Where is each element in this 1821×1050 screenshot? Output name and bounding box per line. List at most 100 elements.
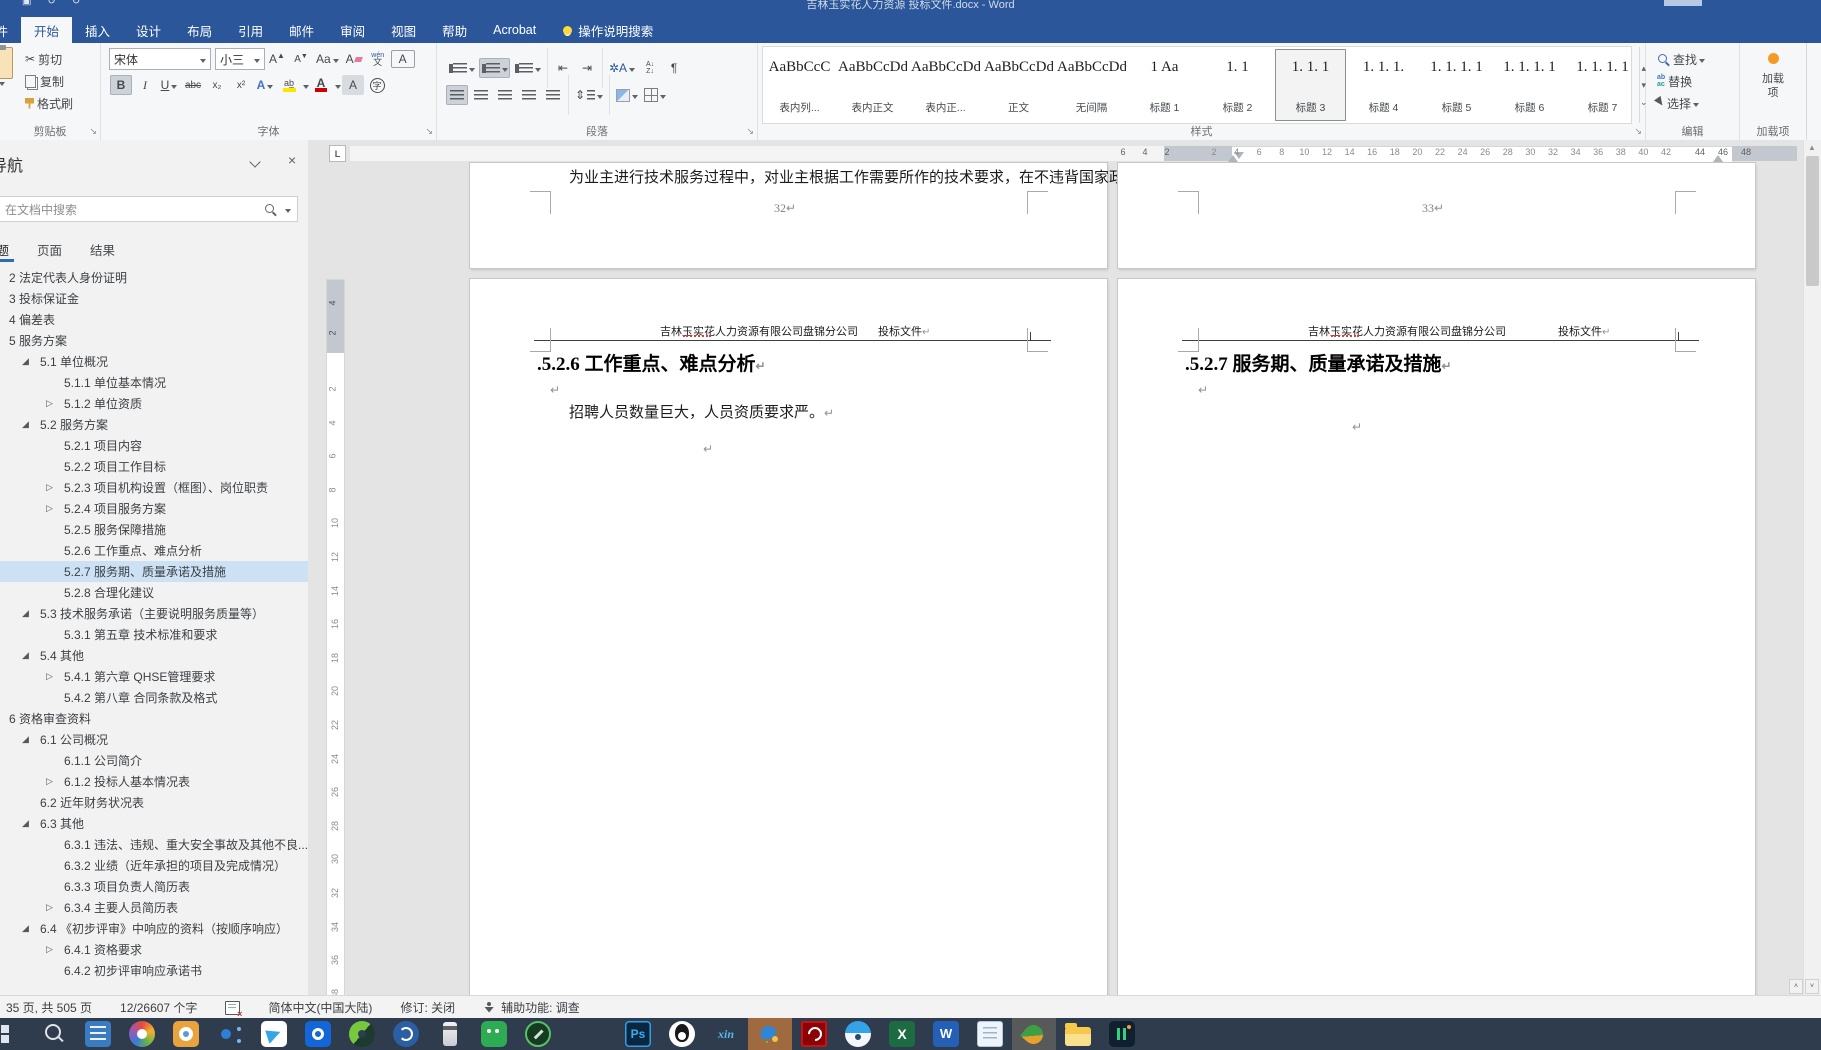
style-chip[interactable]: AaBbCcDdI 正文 (983, 49, 1054, 121)
accessibility-status[interactable]: 辅助功能: 调查 (501, 999, 580, 1016)
ribbon-tab-Acrobat[interactable]: Acrobat (480, 17, 549, 43)
nav-close-icon[interactable]: × (288, 152, 296, 168)
collapsed-arrow-icon[interactable]: ▷ (46, 482, 56, 493)
nav-item[interactable]: ◢ 6.3 其他 (0, 813, 308, 834)
style-chip[interactable]: 1. 1. 1. 标题 4 (1348, 49, 1419, 121)
font-name-combo[interactable]: 宋体 (109, 48, 211, 70)
ribbon-tab-邮件[interactable]: 邮件 (276, 17, 327, 43)
page-count-status[interactable]: 35 页, 共 505 页 (6, 999, 92, 1016)
ribbon-tab-视图[interactable]: 视图 (378, 17, 429, 43)
style-chip[interactable]: 1. 1. 1. 1 标题 5 (1421, 49, 1492, 121)
folder-taskbar-button[interactable] (1056, 1018, 1100, 1050)
photos-taskbar-button[interactable] (120, 1018, 164, 1050)
page-33[interactable]: 33↵ (1118, 163, 1755, 268)
nav-item[interactable]: 6 资格审查资料 (0, 708, 308, 729)
expanded-arrow-icon[interactable]: ◢ (22, 650, 32, 661)
team-taskbar-button[interactable] (1100, 1018, 1144, 1050)
nav-item[interactable]: 6.2 近年财务状况表 (0, 792, 308, 813)
underline-button[interactable]: U (158, 75, 180, 95)
mug-taskbar-button[interactable] (428, 1018, 472, 1050)
ribbon-tab-审阅[interactable]: 审阅 (327, 17, 378, 43)
dots-taskbar-button[interactable] (208, 1018, 252, 1050)
nav-item[interactable]: 6.3.3 项目负责人简历表 (0, 876, 308, 897)
shrink-font-button[interactable]: A ▼ (290, 49, 312, 69)
qqchat-taskbar-button[interactable] (748, 1018, 792, 1050)
expanded-arrow-icon[interactable]: ◢ (22, 734, 32, 745)
nav-item[interactable]: 3 投标保证金 (0, 288, 308, 309)
line-spacing-button[interactable]: ⇕ (573, 85, 605, 105)
justify-button[interactable] (518, 85, 540, 105)
ball-taskbar-button[interactable] (384, 1018, 428, 1050)
wechat-taskbar-button[interactable] (472, 1018, 516, 1050)
previous-page-button[interactable]: ˄ (1789, 979, 1803, 994)
style-chip[interactable]: AaBbCcC 表内列... (764, 49, 835, 121)
ribbon-tab-引用[interactable]: 引用 (225, 17, 276, 43)
collapsed-arrow-icon[interactable]: ▷ (46, 776, 56, 787)
clear-format-button[interactable]: A (343, 49, 365, 69)
style-chip[interactable]: AaBbCcDdI 表内正文 (837, 49, 908, 121)
nav-options-chevron-icon[interactable] (250, 156, 262, 168)
search-taskbar-button[interactable] (32, 1018, 76, 1050)
align-right-button[interactable] (494, 85, 516, 105)
grow-font-button[interactable]: A ▲ (266, 49, 288, 69)
notepad-taskbar-button[interactable] (968, 1018, 1012, 1050)
acrobat-taskbar-button[interactable] (792, 1018, 836, 1050)
nav-item[interactable]: 5.2.8 合理化建议 (0, 582, 308, 603)
excel-taskbar-button[interactable] (880, 1018, 924, 1050)
clipboard-dialog-launcher[interactable]: ↘ (89, 126, 97, 137)
style-chip[interactable]: 1. 1. 1 标题 3 (1275, 49, 1346, 121)
next-page-button[interactable]: ˅ (1805, 979, 1819, 994)
scrollbar-thumb[interactable] (1806, 156, 1819, 286)
qq-taskbar-button[interactable] (660, 1018, 704, 1050)
subscript-button[interactable]: x₂ (206, 75, 228, 95)
bold-button[interactable]: B (110, 75, 132, 95)
style-chip[interactable]: AaBbCcDdI 表内正... (910, 49, 981, 121)
ribbon-tab-开始[interactable]: 开始 (21, 17, 73, 43)
nav-item[interactable]: 6.3.2 业绩（近年承担的项目及完成情况） (0, 855, 308, 876)
browser-taskbar-button[interactable] (836, 1018, 880, 1050)
collapsed-arrow-icon[interactable]: ▷ (46, 503, 56, 514)
nav-item[interactable]: 6.3.1 违法、违规、重大安全事故及其他不良... (0, 834, 308, 855)
distribute-button[interactable] (542, 85, 564, 105)
start-taskbar-button[interactable] (0, 1018, 32, 1050)
tim-taskbar-button[interactable] (252, 1018, 296, 1050)
style-chip[interactable]: 1. 1. 1. 1 标题 7 (1567, 49, 1638, 121)
find-button[interactable]: 查找 (1655, 49, 1707, 69)
format-painter-button[interactable]: 格式刷 (23, 93, 75, 113)
vertical-scrollbar[interactable]: ▲ (1803, 140, 1821, 995)
nav-item[interactable]: 6.1.1 公司简介 (0, 750, 308, 771)
ribbon-tab-插入[interactable]: 插入 (72, 17, 123, 43)
styles-dialog-launcher[interactable]: ↘ (1634, 126, 1642, 137)
font-dialog-launcher[interactable]: ↘ (425, 126, 433, 137)
style-chip[interactable]: 1. 1. 1. 1 标题 6 (1494, 49, 1565, 121)
bank-taskbar-button[interactable] (296, 1018, 340, 1050)
expanded-arrow-icon[interactable]: ◢ (22, 818, 32, 829)
xin-taskbar-button[interactable] (704, 1018, 748, 1050)
collapsed-arrow-icon[interactable]: ▷ (46, 671, 56, 682)
style-chip[interactable]: 1 Aa 标题 1 (1129, 49, 1200, 121)
align-left-button[interactable] (446, 85, 468, 105)
vertical-ruler[interactable]: 4 2 2 4 6 8 10 12 14 16 18 20 22 24 26 28 30 32 34 36 38 (326, 279, 345, 995)
font-size-combo[interactable]: 小三 (215, 48, 265, 70)
nav-item[interactable]: ▷ 6.1.2 投标人基本情况表 (0, 771, 308, 792)
track-changes-status[interactable]: 修订: 关闭 (400, 999, 455, 1016)
strikethrough-button[interactable]: abc (182, 75, 204, 95)
nav-item[interactable]: ◢ 5.1 单位概况 (0, 351, 308, 372)
addins-button[interactable]: 加载项 (1740, 53, 1806, 100)
copy-button[interactable]: 复制 (23, 71, 66, 91)
page-35[interactable]: 吉林玉实花人力资源有限公司盘锦分公司 投标文件↵ .5.2.7 服务期、质量承诺… (1118, 279, 1755, 995)
superscript-button[interactable]: x² (230, 75, 252, 95)
text-effects-button[interactable]: A (254, 75, 276, 95)
nav-item[interactable]: ▷ 5.2.4 项目服务方案 (0, 498, 308, 519)
nav-item[interactable]: ◢ 6.4 《初步评审》中响应的资料（按顺序响应） (0, 918, 308, 939)
page-34[interactable]: 吉林玉实花人力资源有限公司盘锦分公司 投标文件↵ .5.2.6 工作重点、难点分… (470, 279, 1107, 995)
shading-button[interactable] (614, 85, 640, 105)
replace-button[interactable]: ab ac 替换 (1655, 71, 1694, 91)
change-case-button[interactable]: Aa (314, 49, 341, 69)
style-chip[interactable]: AaBbCcDdI 无间隔 (1056, 49, 1127, 121)
nav-item[interactable]: ▷ 5.1.2 单位资质 (0, 393, 308, 414)
nav-item[interactable]: 5.2.5 服务保障措施 (0, 519, 308, 540)
page-32[interactable]: 为业主进行技术服务过程中，对业主根据工作需要所作的技术要求，在不违背国家政策 3… (470, 163, 1139, 268)
expanded-arrow-icon[interactable]: ◢ (22, 419, 32, 430)
ribbon-tab-设计[interactable]: 设计 (123, 17, 174, 43)
